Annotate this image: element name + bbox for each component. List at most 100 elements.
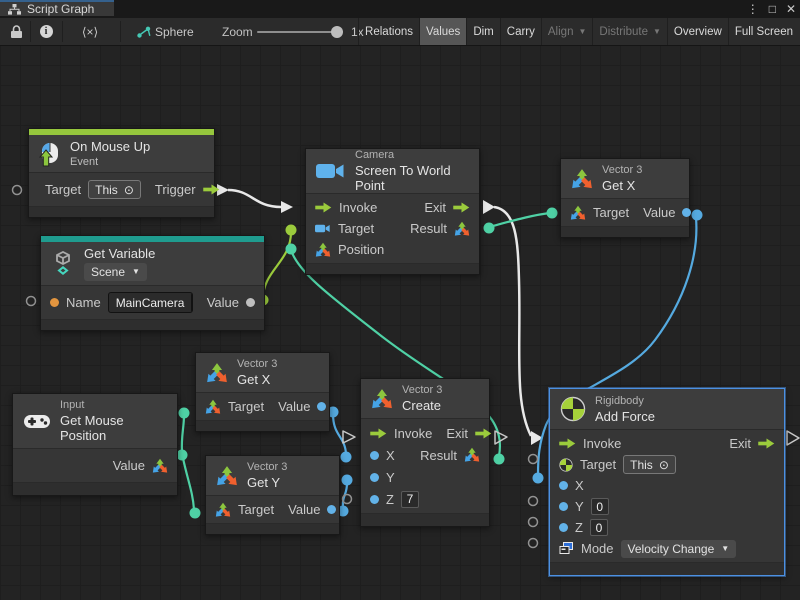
exit-port-icon[interactable] [758,438,775,449]
rigidbody-port-icon[interactable] [559,458,573,472]
target-this-button[interactable]: This ⊙ [623,455,676,474]
value-label: Value [113,458,145,473]
x-port-icon[interactable] [370,451,379,460]
dim-button[interactable]: Dim [466,18,499,45]
overview-button[interactable]: Overview [667,18,728,45]
align-button[interactable]: Align▼ [541,18,593,45]
node-screen-to-world-point[interactable]: Camera Screen To World Point Invoke Exit… [305,148,480,275]
node-get-variable[interactable]: Get Variable Scene ▼ Name MainCamera ▼ V… [40,235,265,331]
enum-port-icon[interactable] [559,542,574,555]
invoke-port-icon[interactable] [370,428,387,439]
distribute-button[interactable]: Distribute▼ [592,18,667,45]
node-footer [361,513,489,526]
position-port-icon[interactable] [315,242,331,258]
target-label: Target [238,502,274,517]
z-label: Z [575,520,583,535]
target-port-icon[interactable] [570,205,586,221]
position-label: Position [338,242,384,257]
target-label: Target [580,457,616,472]
close-icon[interactable]: ✕ [786,0,796,18]
object-picker-icon[interactable]: ⊙ [659,458,669,472]
node-get-x-top[interactable]: Vector 3 Get X Target Value [560,158,690,238]
object-picker-icon[interactable]: ⊙ [124,183,134,197]
tab-title: Script Graph [27,2,94,16]
full-screen-button[interactable]: Full Screen [728,18,799,45]
invoke-port-icon[interactable] [315,202,332,213]
value-label: Value [643,205,675,220]
window-menu-icon[interactable]: ⋮ [747,0,759,18]
lock-icon[interactable] [4,18,28,45]
invoke-port-icon[interactable] [559,438,576,449]
x-port-icon[interactable] [559,481,568,490]
value-label: Value [278,399,310,414]
value-port-icon[interactable] [152,458,168,474]
node-get-mouse-position[interactable]: Input Get Mouse Position Value [12,393,178,496]
node-footer [550,562,784,575]
result-label: Result [420,448,457,463]
variable-name-dropdown[interactable]: MainCamera ▼ [108,292,193,313]
exit-port-icon[interactable] [453,202,470,213]
node-category: Rigidbody [595,395,655,407]
node-category: Vector 3 [602,164,642,176]
node-footer [306,263,479,274]
camera-port-icon[interactable] [315,223,331,234]
target-label: Target [228,399,264,414]
node-title: Add Force [595,409,655,424]
target-port-icon[interactable] [215,502,231,518]
chevron-down-icon: ▼ [132,268,140,276]
target-label: Target [45,182,81,197]
values-button[interactable]: Values [419,18,466,45]
target-label: Target [593,205,629,220]
value-port-icon[interactable] [317,402,326,411]
node-title: On Mouse Up [70,139,150,154]
z-port-icon[interactable] [559,523,568,532]
relations-button[interactable]: Relations [358,18,419,45]
z-value-field[interactable]: 7 [401,491,419,508]
value-port-icon[interactable] [246,298,255,307]
x-label: X [386,448,395,463]
y-port-icon[interactable] [559,502,568,511]
zoom-slider-handle[interactable] [331,26,343,38]
exit-label: Exit [729,436,751,451]
exit-label: Exit [424,200,446,215]
vector3-icon [571,168,593,190]
result-port-icon[interactable] [464,447,480,463]
result-port-icon[interactable] [454,221,470,237]
target-port-icon[interactable] [205,399,221,415]
node-create-vector3[interactable]: Vector 3 Create Invoke Exit X Result [360,378,490,527]
value-label: Value [288,502,320,517]
unity-visual-scripting-window: Script Graph ⋮ □ ✕ i ⟨×⟩ Sphere Zoom 1x … [0,0,800,600]
mode-dropdown[interactable]: Velocity Change ▼ [621,540,737,558]
node-get-x[interactable]: Vector 3 Get X Target Value [195,352,330,432]
info-icon[interactable]: i [34,18,58,45]
rigidbody-icon [560,396,586,422]
carry-button[interactable]: Carry [500,18,541,45]
value-port-icon[interactable] [327,505,336,514]
node-add-force[interactable]: Rigidbody Add Force Invoke Exit Target [549,388,785,576]
trigger-label: Trigger [155,182,196,197]
node-category: Camera [355,149,469,161]
chevron-down-icon: ▼ [721,545,729,553]
graph-target-name[interactable]: Sphere [155,18,194,45]
y-value-field[interactable]: 0 [591,498,609,515]
tab-script-graph[interactable]: Script Graph [0,0,114,16]
variable-kind-dropdown[interactable]: Scene ▼ [84,263,147,281]
node-get-y[interactable]: Vector 3 Get Y Target Value [205,455,340,535]
target-this-button[interactable]: This ⊙ [88,180,141,199]
z-port-icon[interactable] [370,495,379,504]
exit-port-icon[interactable] [475,428,492,439]
node-on-mouse-up[interactable]: On Mouse Up Event Target This ⊙ Trigger [28,128,215,218]
value-label: Value [207,295,239,310]
vector3-icon [216,465,238,487]
node-category: Vector 3 [402,384,442,396]
name-port-icon[interactable] [50,298,59,307]
brackets-icon[interactable]: ⟨×⟩ [64,18,116,45]
node-subtitle: Event [70,156,150,168]
trigger-port-icon[interactable] [203,184,220,195]
maximize-icon[interactable]: □ [769,0,776,18]
z-value-field[interactable]: 0 [590,519,608,536]
node-title: Create [402,398,442,413]
y-port-icon[interactable] [370,473,379,482]
node-category: Vector 3 [247,461,287,473]
chevron-down-icon: ▼ [191,293,192,312]
